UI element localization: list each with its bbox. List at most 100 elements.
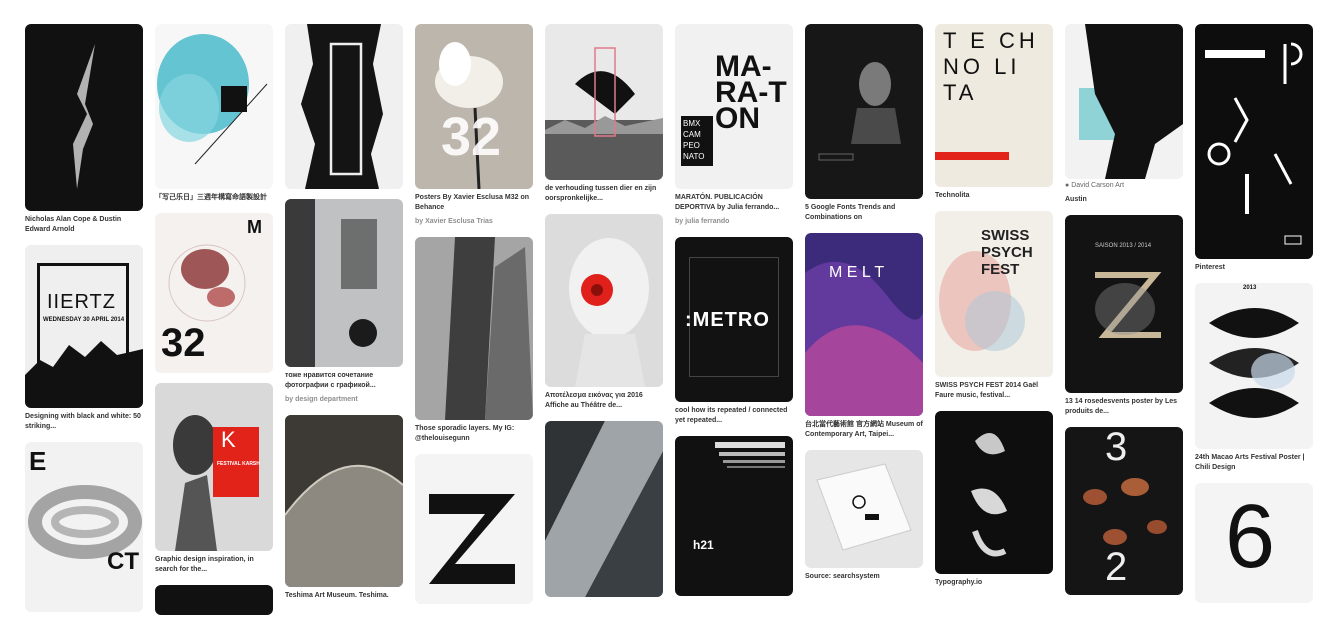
pin-card[interactable] bbox=[155, 585, 273, 615]
pin-image[interactable] bbox=[805, 24, 923, 199]
pin-caption[interactable]: тоже нравится сочетание фотографии с гра… bbox=[285, 371, 403, 391]
pin-image[interactable] bbox=[285, 24, 403, 189]
pin-card[interactable]: :METRO cool how its repeated / connected… bbox=[675, 237, 793, 426]
pin-card[interactable]: Those sporadic layers. My IG: @thelouise… bbox=[415, 237, 533, 444]
pin-image[interactable] bbox=[545, 214, 663, 387]
pin-caption[interactable]: Typography.io bbox=[935, 578, 1053, 588]
pin-card[interactable]: Αποτέλεσμα εικόνας για 2016 Affiche au T… bbox=[545, 214, 663, 411]
pin-card[interactable]: M 32 bbox=[155, 213, 273, 373]
pin-subtitle[interactable]: by design department bbox=[285, 395, 403, 405]
pin-image[interactable] bbox=[285, 199, 403, 367]
pin-card[interactable]: ● David Carson Art Austin bbox=[1065, 24, 1183, 205]
pin-image[interactable] bbox=[545, 421, 663, 597]
pin-caption[interactable]: Posters By Xavier Esclusa M32 on Behance bbox=[415, 193, 533, 213]
pin-image[interactable] bbox=[155, 24, 273, 189]
pin-card[interactable]: M E L T 台北當代藝術館 官方網站 Museum of Contempor… bbox=[805, 233, 923, 440]
pin-image[interactable] bbox=[415, 454, 533, 604]
pin-card[interactable]: Typography.io bbox=[935, 411, 1053, 588]
masonry-column-3: тоже нравится сочетание фотографии с гра… bbox=[285, 24, 403, 611]
pin-card[interactable] bbox=[415, 454, 533, 604]
pin-caption[interactable]: Graphic design inspiration, in search fo… bbox=[155, 555, 273, 575]
pin-card[interactable]: MA-RA-TON BMX CAM PEO NATO MARATÓN. PUBL… bbox=[675, 24, 793, 227]
pin-image[interactable] bbox=[1195, 24, 1313, 259]
pin-caption[interactable]: Source: searchsystem bbox=[805, 572, 923, 582]
pin-caption[interactable]: SWISS PSYCH FEST 2014 Gaël Faure music, … bbox=[935, 381, 1053, 401]
masonry-column-9: ● David Carson Art Austin SAISON 2013 / … bbox=[1065, 24, 1183, 605]
pin-source[interactable]: ● David Carson Art bbox=[1065, 181, 1183, 191]
pin-card[interactable] bbox=[545, 421, 663, 597]
image-text: T E CH NO LI TA bbox=[943, 28, 1039, 105]
pin-card[interactable]: 2013 24th Macao Arts Festival Poster | C… bbox=[1195, 283, 1313, 473]
pin-caption[interactable]: Technolita bbox=[935, 191, 1053, 201]
pin-image[interactable] bbox=[25, 24, 143, 211]
pin-caption[interactable]: 24th Macao Arts Festival Poster | Chili … bbox=[1195, 453, 1313, 473]
pin-image[interactable]: K FESTIVAL KARSH bbox=[155, 383, 273, 551]
pin-image[interactable]: M E L T bbox=[805, 233, 923, 416]
image-text: 2 bbox=[1105, 545, 1128, 589]
pin-card[interactable]: 「写己乐日」三週年構寫命語製設計 bbox=[155, 24, 273, 203]
pin-image[interactable]: :METRO bbox=[675, 237, 793, 402]
pin-caption[interactable]: Designing with black and white: 50 strik… bbox=[25, 412, 143, 432]
pin-caption[interactable]: Austin bbox=[1065, 195, 1183, 205]
pin-card[interactable]: 6 bbox=[1195, 483, 1313, 603]
pin-image[interactable] bbox=[415, 237, 533, 420]
pin-caption[interactable]: MARATÓN. PUBLICACIÓN DEPORTIVA by Julia … bbox=[675, 193, 793, 213]
pin-caption[interactable]: Pinterest bbox=[1195, 263, 1313, 273]
image-text: 3 bbox=[1105, 427, 1128, 469]
pin-caption[interactable]: de verhouding tussen dier en zijn oorspr… bbox=[545, 184, 663, 204]
pin-image[interactable]: SAISON 2013 / 2014 bbox=[1065, 215, 1183, 393]
pin-image[interactable] bbox=[545, 24, 663, 180]
pin-image[interactable]: SWISS PSYCH FEST bbox=[935, 211, 1053, 377]
pin-image[interactable] bbox=[1065, 24, 1183, 179]
pin-card[interactable]: тоже нравится сочетание фотографии с гра… bbox=[285, 199, 403, 405]
pin-caption[interactable]: 5 Google Fonts Trends and Combinations o… bbox=[805, 203, 923, 223]
pin-caption[interactable]: Teshima Art Museum. Teshima. bbox=[285, 591, 403, 601]
pin-card[interactable]: Pinterest bbox=[1195, 24, 1313, 273]
pin-card[interactable] bbox=[285, 24, 403, 189]
pin-subtitle[interactable]: by julia ferrando bbox=[675, 217, 793, 227]
pin-card[interactable]: IIERTZ WEDNESDAY 30 APRIL 2014 Designing… bbox=[25, 245, 143, 432]
pin-image[interactable]: 2013 bbox=[1195, 283, 1313, 449]
pin-image[interactable] bbox=[155, 585, 273, 615]
pin-card[interactable]: K FESTIVAL KARSH Graphic design inspirat… bbox=[155, 383, 273, 575]
pin-caption[interactable]: cool how its repeated / connected yet re… bbox=[675, 406, 793, 426]
image-text: 6 bbox=[1225, 487, 1276, 587]
pin-image[interactable] bbox=[805, 450, 923, 568]
masonry-column-4: 32 Posters By Xavier Esclusa M32 on Beha… bbox=[415, 24, 533, 614]
pin-caption[interactable]: Αποτέλεσμα εικόνας για 2016 Affiche au T… bbox=[545, 391, 663, 411]
pin-card[interactable]: E CT bbox=[25, 442, 143, 612]
pin-card[interactable]: 32 Posters By Xavier Esclusa M32 on Beha… bbox=[415, 24, 533, 227]
pin-image[interactable]: M 32 bbox=[155, 213, 273, 373]
pin-image[interactable]: E CT bbox=[25, 442, 143, 612]
pin-image[interactable]: 32 bbox=[415, 24, 533, 189]
image-text: FESTIVAL KARSH bbox=[217, 461, 260, 467]
pin-card[interactable]: de verhouding tussen dier en zijn oorspr… bbox=[545, 24, 663, 204]
pin-card[interactable]: T E CH NO LI TA Technolita bbox=[935, 24, 1053, 201]
pin-caption[interactable]: 「写己乐日」三週年構寫命語製設計 bbox=[155, 193, 273, 203]
masonry-column-10: Pinterest 2013 24th Macao Arts Festival … bbox=[1195, 24, 1313, 613]
pin-image[interactable]: MA-RA-TON BMX CAM PEO NATO bbox=[675, 24, 793, 189]
pin-caption[interactable]: 台北當代藝術館 官方網站 Museum of Contemporary Art,… bbox=[805, 420, 923, 440]
pin-image[interactable]: h21 bbox=[675, 436, 793, 596]
pin-subtitle[interactable]: by Xavier Esclusa Trias bbox=[415, 217, 533, 227]
pin-caption[interactable]: 13 14 rosedesvents poster by Les produit… bbox=[1065, 397, 1183, 417]
pin-card[interactable]: SWISS PSYCH FEST SWISS PSYCH FEST 2014 G… bbox=[935, 211, 1053, 401]
pin-image[interactable]: T E CH NO LI TA bbox=[935, 24, 1053, 187]
masonry-column-8: T E CH NO LI TA Technolita SWISS PSYCH F… bbox=[935, 24, 1053, 598]
pin-caption[interactable]: Those sporadic layers. My IG: @thelouise… bbox=[415, 424, 533, 444]
pin-card[interactable]: 3 2 bbox=[1065, 427, 1183, 595]
pin-card[interactable]: Teshima Art Museum. Teshima. bbox=[285, 415, 403, 601]
pin-card[interactable]: SAISON 2013 / 2014 13 14 rosedesvents po… bbox=[1065, 215, 1183, 417]
pin-image[interactable]: 6 bbox=[1195, 483, 1313, 603]
image-text: BMX CAM PEO NATO bbox=[683, 119, 705, 161]
pin-card[interactable]: Source: searchsystem bbox=[805, 450, 923, 582]
pin-card[interactable]: Nicholas Alan Cope & Dustin Edward Arnol… bbox=[25, 24, 143, 235]
pin-image[interactable] bbox=[935, 411, 1053, 574]
pin-image[interactable]: IIERTZ WEDNESDAY 30 APRIL 2014 bbox=[25, 245, 143, 408]
pin-image[interactable] bbox=[285, 415, 403, 587]
pin-image[interactable]: 3 2 bbox=[1065, 427, 1183, 595]
pin-caption[interactable]: Nicholas Alan Cope & Dustin Edward Arnol… bbox=[25, 215, 143, 235]
pin-card[interactable]: 5 Google Fonts Trends and Combinations o… bbox=[805, 24, 923, 223]
image-text: M bbox=[247, 217, 262, 237]
pin-card[interactable]: h21 bbox=[675, 436, 793, 596]
